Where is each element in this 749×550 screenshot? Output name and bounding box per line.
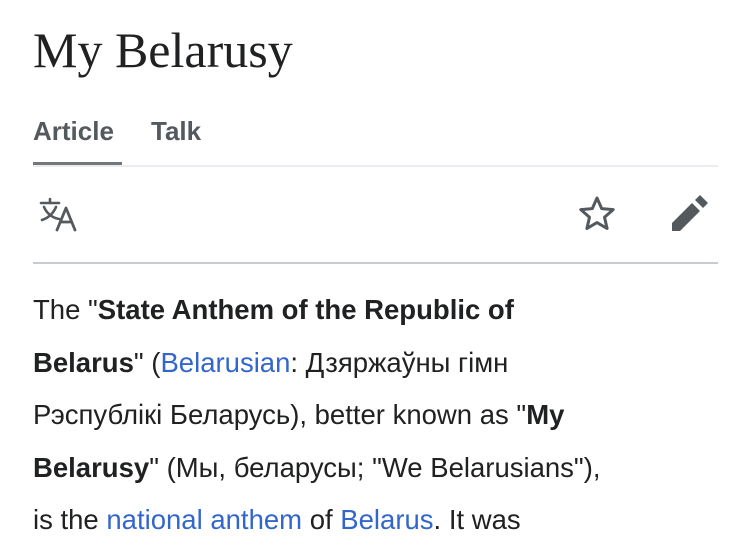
bold-term: State Anthem of the Republic of — [97, 294, 514, 325]
article-link[interactable]: Belarus — [340, 504, 433, 535]
article-text: : Дзяржаўны гімн — [290, 346, 509, 378]
edit-button[interactable] — [667, 194, 711, 238]
article-text: " (Мы, беларусы; "We Belarusians"), — [149, 451, 601, 483]
article-link[interactable]: Belarusian — [160, 347, 290, 378]
article-text: The " — [33, 294, 98, 325]
article-text: " ( — [133, 346, 161, 378]
tabs-divider — [33, 165, 718, 167]
pencil-icon — [668, 193, 710, 240]
page-tabs: Article Talk — [33, 112, 718, 166]
toolbar-divider — [33, 262, 718, 264]
article-text: . It was — [433, 504, 521, 536]
article-text-line: Belarus" (Belarusian: Дзяржаўны гімн — [33, 337, 723, 390]
article-text-line: is the national anthem of Belarus. It wa… — [33, 494, 723, 547]
article-text: Рэспублікі Беларусь), better known as " — [33, 399, 527, 431]
watch-button[interactable] — [575, 194, 619, 238]
article-text: is the — [33, 504, 107, 536]
article-text-line: Рэспублікі Беларусь), better known as "M… — [33, 389, 723, 442]
star-icon — [577, 194, 617, 239]
bold-term: My — [526, 399, 565, 431]
translate-icon — [37, 194, 81, 239]
tab-article[interactable]: Article — [33, 112, 114, 150]
page-actions-toolbar — [33, 188, 718, 244]
article-text: of — [302, 504, 341, 536]
article-text-line: Belarusy" (Мы, беларусы; "We Belarusians… — [33, 442, 723, 495]
tab-talk[interactable]: Talk — [151, 112, 201, 150]
article-lead-paragraph: The "State Anthem of the Republic of Bela… — [33, 284, 723, 547]
bold-term: Belarus — [33, 346, 134, 378]
article-text-line: The "State Anthem of the Republic of — [33, 284, 723, 337]
bold-term: Belarusy — [33, 451, 150, 483]
article-link[interactable]: national anthem — [106, 504, 302, 535]
page-title: My Belarusy — [33, 22, 293, 78]
language-button[interactable] — [37, 194, 81, 238]
